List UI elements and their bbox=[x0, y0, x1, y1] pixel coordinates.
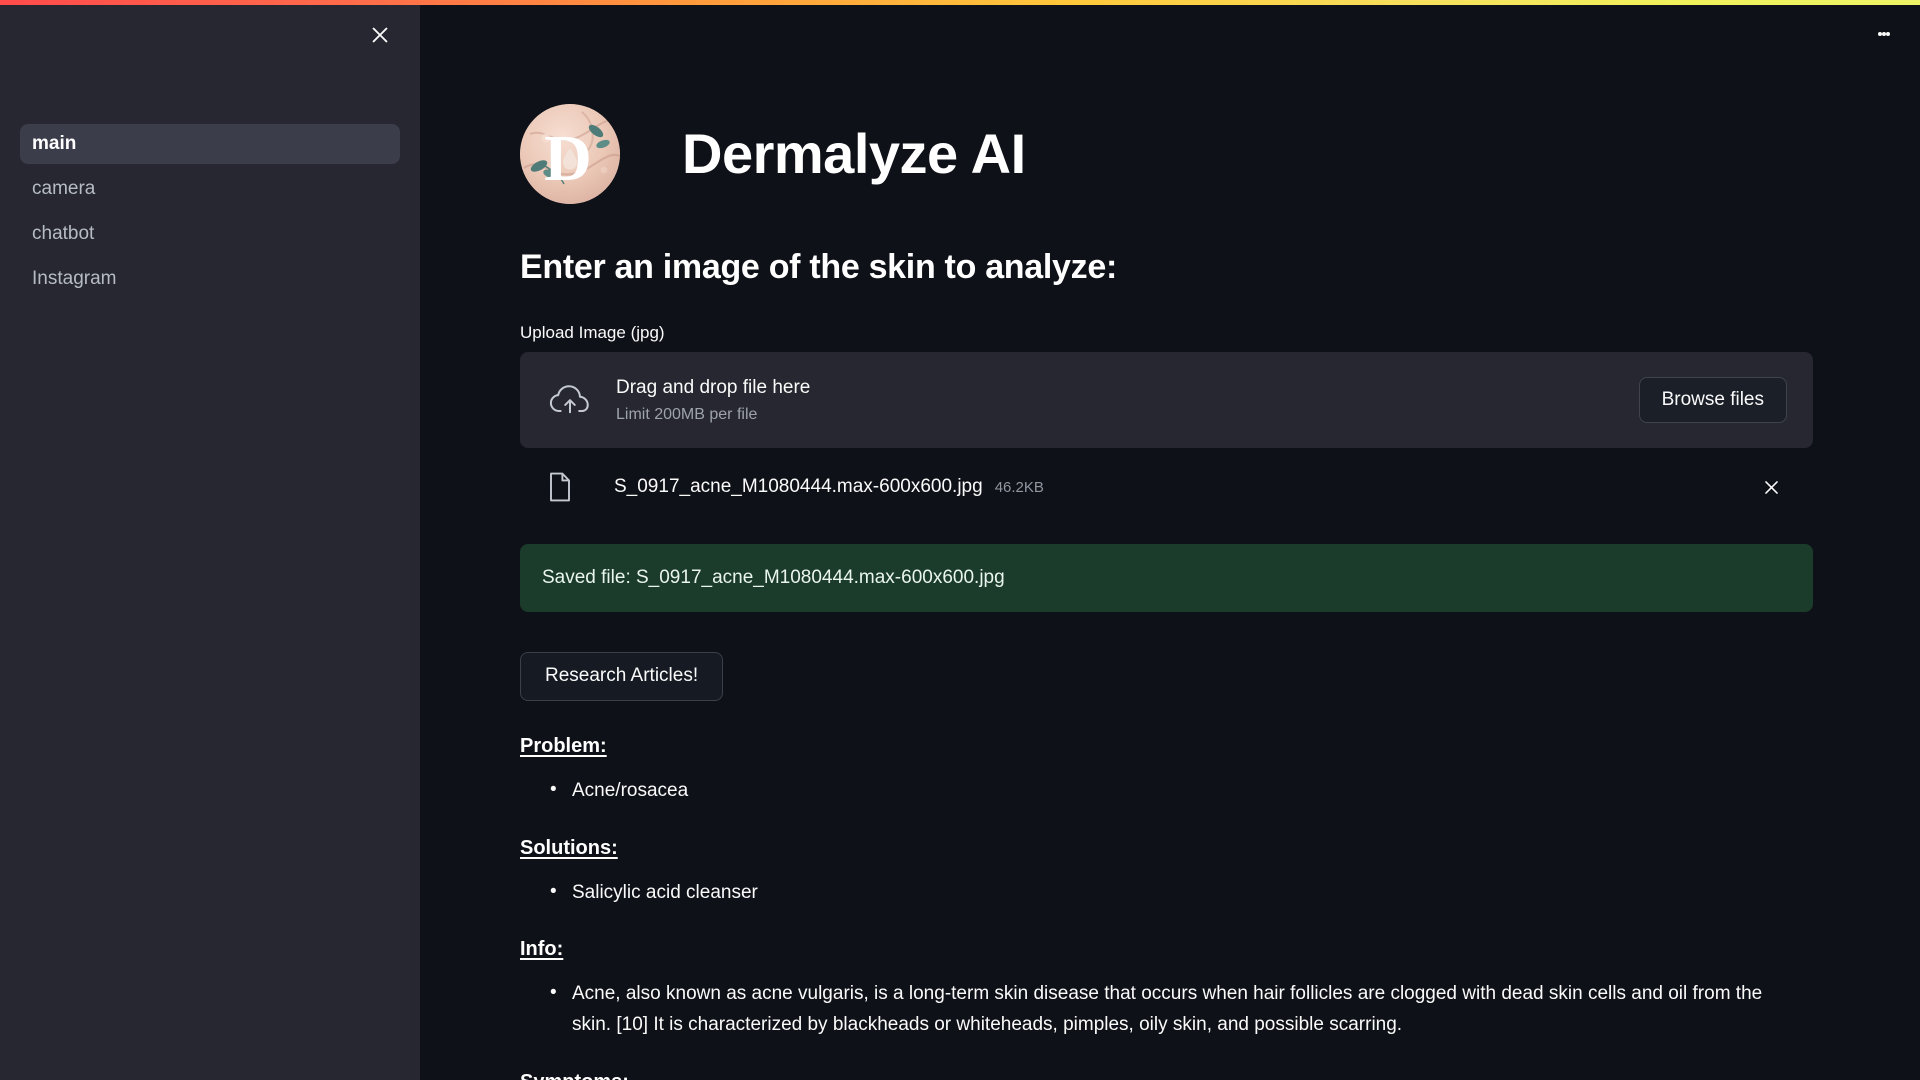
brand-header: D Dermalyze AI bbox=[520, 104, 1860, 204]
sidebar-item-chatbot[interactable]: chatbot bbox=[20, 214, 400, 254]
list-item: Acne, also known as acne vulgaris, is a … bbox=[520, 978, 1800, 1041]
result-heading-info: Info: bbox=[520, 938, 564, 961]
success-alert: Saved file: S_0917_acne_M1080444.max-600… bbox=[520, 544, 1813, 612]
sidebar: main camera chatbot Instagram bbox=[0, 0, 420, 1080]
remove-file-button[interactable] bbox=[1755, 471, 1787, 503]
upload-field-label: Upload Image (jpg) bbox=[520, 323, 665, 342]
dropzone-text: Drag and drop file here Limit 200MB per … bbox=[616, 375, 1639, 425]
app-menu-button[interactable] bbox=[1864, 14, 1904, 54]
success-alert-message: Saved file: S_0917_acne_M1080444.max-600… bbox=[542, 567, 1005, 588]
result-heading-solutions: Solutions: bbox=[520, 836, 618, 859]
sidebar-close-button[interactable] bbox=[362, 17, 398, 53]
uploaded-file-name: S_0917_acne_M1080444.max-600x600.jpg bbox=[614, 476, 983, 497]
kebab-menu-icon-dot bbox=[1886, 32, 1890, 36]
file-meta: S_0917_acne_M1080444.max-600x600.jpg 46.… bbox=[614, 476, 1755, 498]
result-heading-symptoms: Symptoms: bbox=[520, 1071, 1860, 1080]
main-content: D Dermalyze AI Enter an image of the ski… bbox=[420, 0, 1920, 1080]
dropzone-limit-text: Limit 200MB per file bbox=[616, 405, 758, 423]
result-list-problem: Acne/rosacea bbox=[520, 775, 1860, 807]
file-document-icon bbox=[548, 472, 594, 502]
browse-files-button[interactable]: Browse files bbox=[1638, 376, 1787, 424]
sidebar-nav: main camera chatbot Instagram bbox=[20, 124, 400, 304]
uploaded-file-row: S_0917_acne_M1080444.max-600x600.jpg 46.… bbox=[520, 456, 1813, 518]
accent-gradient-bar bbox=[0, 0, 1920, 5]
list-item: Acne/rosacea bbox=[520, 775, 1860, 807]
result-list-info: Acne, also known as acne vulgaris, is a … bbox=[520, 978, 1860, 1041]
result-heading-problem: Problem: bbox=[520, 734, 607, 757]
research-articles-button[interactable]: Research Articles! bbox=[520, 652, 724, 701]
section-heading: Enter an image of the skin to analyze: bbox=[520, 248, 1117, 286]
sidebar-item-camera[interactable]: camera bbox=[20, 169, 400, 209]
cloud-upload-icon bbox=[546, 383, 594, 417]
file-dropzone[interactable]: Drag and drop file here Limit 200MB per … bbox=[520, 352, 1813, 448]
dermalyze-logo-icon: D bbox=[520, 104, 620, 204]
page-title: Dermalyze AI bbox=[682, 121, 1026, 185]
uploaded-file-size: 46.2KB bbox=[994, 479, 1044, 496]
close-icon bbox=[1764, 480, 1778, 494]
sidebar-item-instagram[interactable]: Instagram bbox=[20, 259, 400, 299]
result-list-solutions: Salicylic acid cleanser bbox=[520, 877, 1860, 909]
list-item: Salicylic acid cleanser bbox=[520, 877, 1860, 909]
close-icon bbox=[372, 27, 388, 43]
sidebar-item-main[interactable]: main bbox=[20, 124, 400, 164]
dropzone-title: Drag and drop file here bbox=[616, 376, 811, 398]
